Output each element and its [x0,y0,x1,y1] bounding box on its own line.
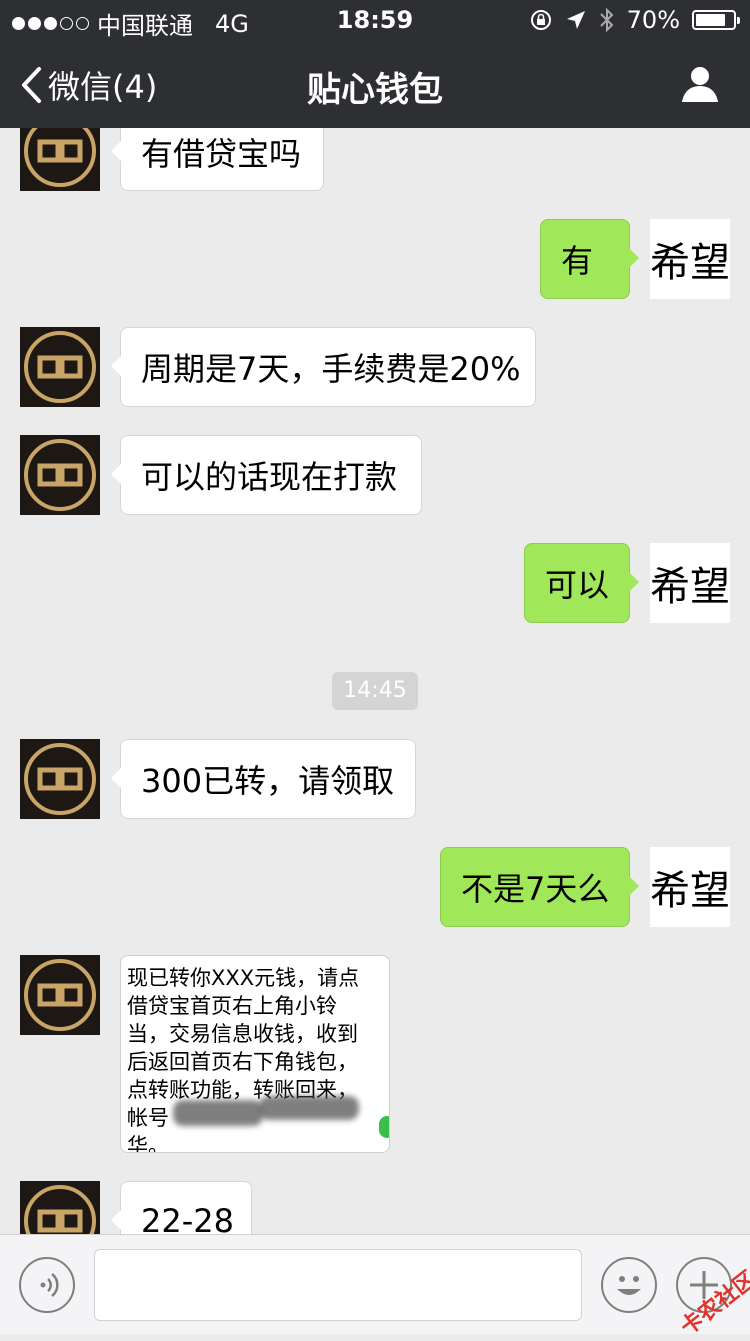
battery-percent: 70% [626,6,680,34]
contact-logo-icon [24,128,96,187]
image-message[interactable]: 现已转你XXX元钱，请点 借贷宝首页右上角小铃 当，交易信息收钱，收到 后返回首… [120,955,390,1153]
contact-logo-icon [24,1185,96,1234]
status-bar: 中国联通 4G 18:59 70% [0,0,750,40]
message-input[interactable] [94,1249,582,1321]
chat-area[interactable]: 有借贷宝吗 有 希望 周期是7天，手续费是20% 可以的话现在打款 可以 希望 … [0,128,750,1234]
bluetooth-icon [599,7,614,33]
location-arrow-icon [566,11,585,29]
redaction-smudge [259,1096,359,1120]
voice-icon [40,1273,59,1297]
contact-avatar[interactable] [20,327,100,407]
image-message-line: 借贷宝首页右上角小铃 [127,994,337,1018]
self-avatar[interactable]: 希望 [650,543,730,623]
image-message-line: 后返回首页右下角钱包， [127,1050,358,1074]
incoming-message[interactable]: 22-28 [111,1181,252,1234]
incoming-message[interactable]: 有借贷宝吗 [111,128,324,191]
emoji-icon [617,1276,641,1295]
contact-logo-icon [24,743,96,815]
outgoing-message[interactable]: 可以 [524,543,639,623]
contact-avatar[interactable] [20,739,100,819]
contact-logo-icon [24,331,96,403]
image-message-line: 现已转你XXX元钱，请点 [127,966,360,990]
page-title: 贴心钱包 [307,70,443,110]
incoming-message[interactable]: 周期是7天，手续费是20% [111,327,536,407]
profile-icon[interactable] [680,64,720,104]
voice-button[interactable] [19,1257,75,1313]
outgoing-message[interactable]: 有 [540,219,639,299]
incoming-message[interactable]: 可以的话现在打款 [111,435,422,515]
cursor-handle-icon [379,1116,389,1138]
contact-avatar[interactable] [20,435,100,515]
image-message-line: 当，交易信息收钱，收到 [127,1022,358,1046]
contact-avatar[interactable] [20,1181,100,1234]
self-avatar[interactable]: 希望 [650,219,730,299]
battery-icon [692,10,740,30]
self-avatar[interactable]: 希望 [650,847,730,927]
contact-avatar[interactable] [20,128,100,191]
input-bar [0,1234,750,1334]
contact-avatar[interactable] [20,955,100,1035]
incoming-message[interactable]: 300已转，请领取 [111,739,416,819]
image-message-line: 华。 [127,1134,169,1153]
nav-bar: 微信(4) 贴心钱包 [0,40,750,128]
rotation-lock-icon [530,10,551,30]
outgoing-message[interactable]: 不是7天么 [440,847,639,927]
contact-logo-icon [24,959,96,1031]
chat-timestamp: 14:45 [332,672,418,710]
emoji-button[interactable] [601,1257,657,1313]
redaction-smudge [173,1100,263,1126]
contact-logo-icon [24,439,96,511]
